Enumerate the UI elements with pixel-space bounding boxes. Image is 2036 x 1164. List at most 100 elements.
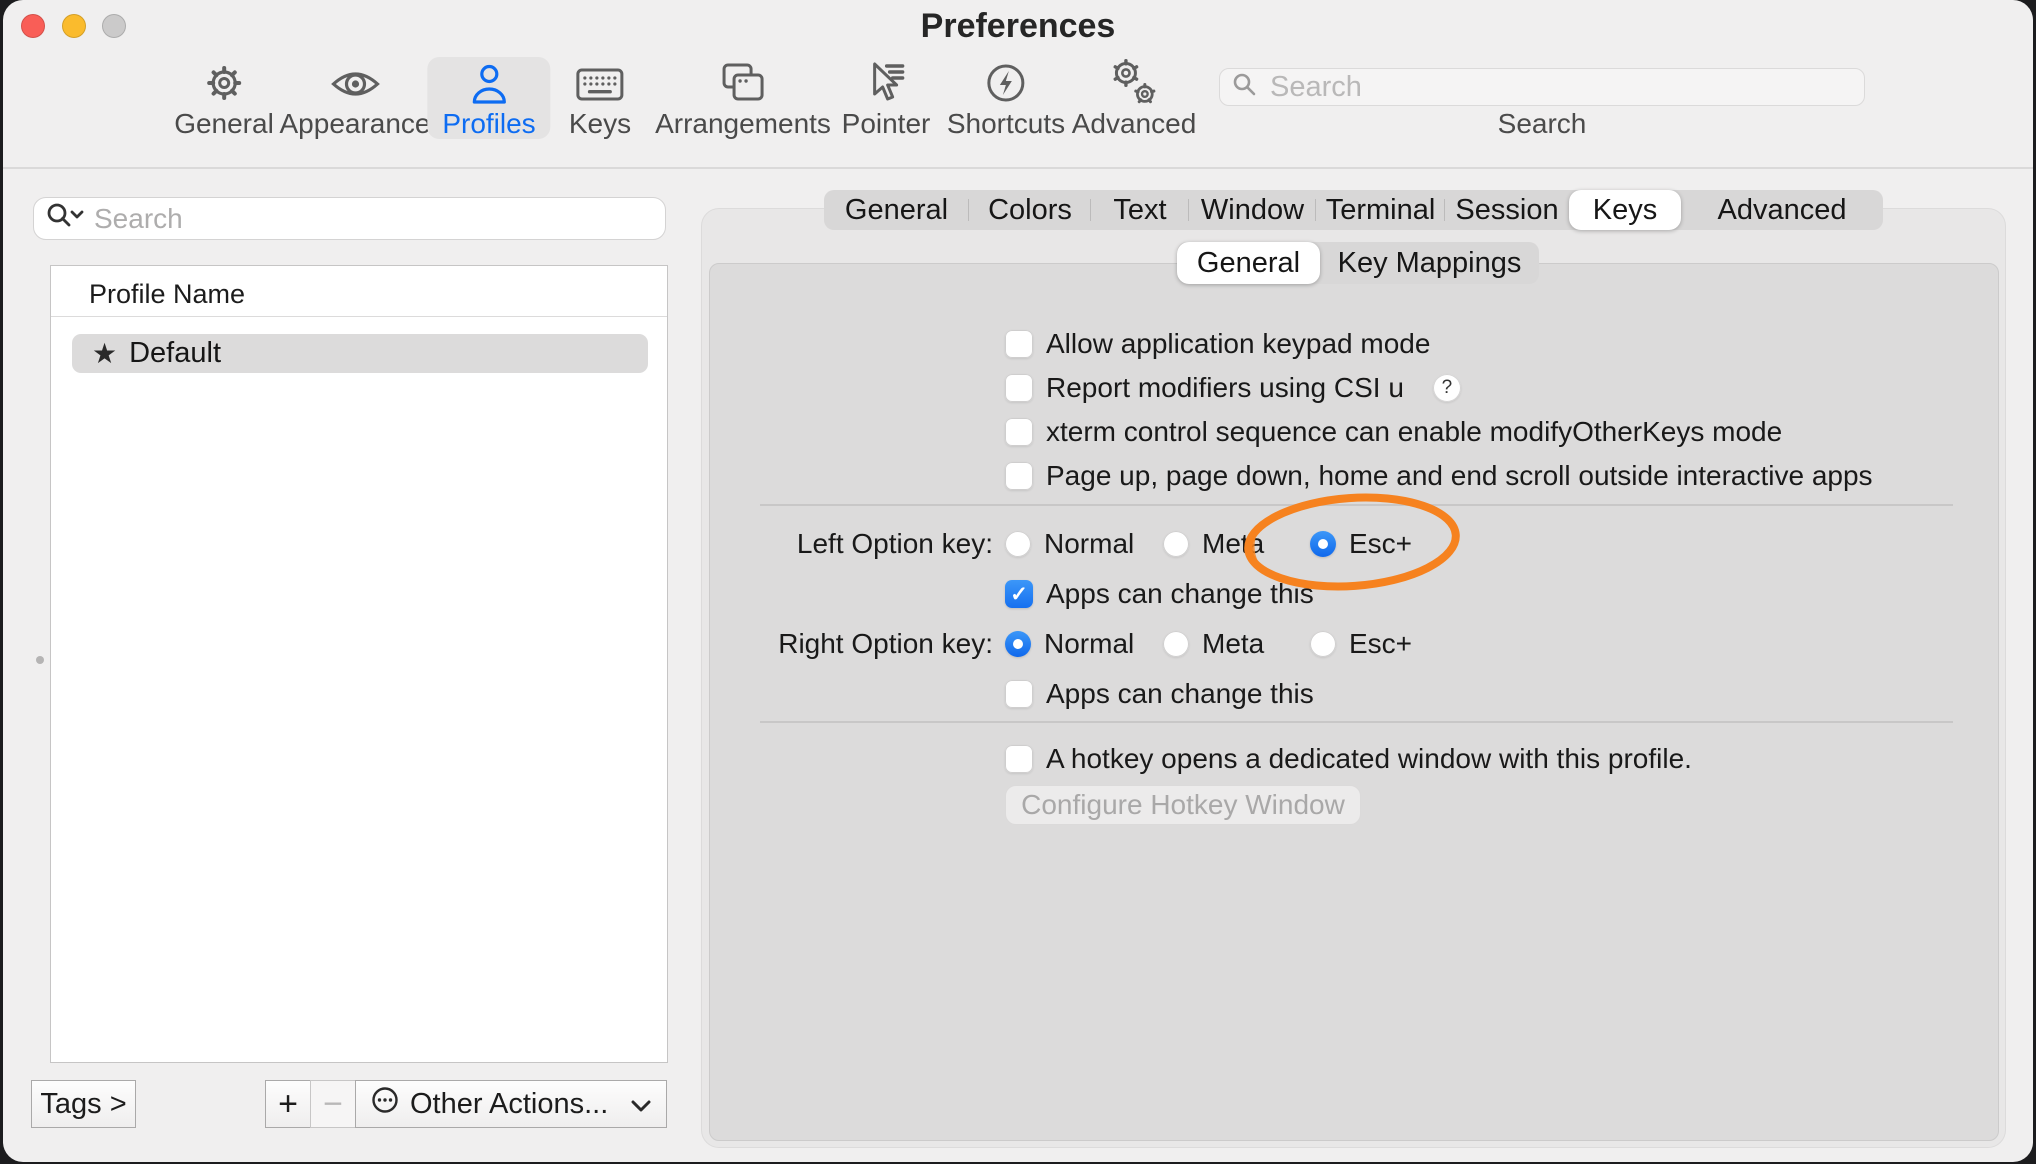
toolbar-item-profiles[interactable]: Profiles xyxy=(427,57,550,139)
toolbar-item-label: Appearance xyxy=(279,109,430,139)
checkbox-label: xterm control sequence can enable modify… xyxy=(1046,417,1782,447)
checkbox-modify-other-keys[interactable] xyxy=(1005,418,1033,446)
subtab-key-mappings[interactable]: Key Mappings xyxy=(1320,242,1539,284)
profile-list-header: Profile Name xyxy=(89,279,245,310)
radio-icon-selected[interactable] xyxy=(1005,631,1031,657)
profile-list-header-divider xyxy=(51,316,667,317)
window-edge-dot xyxy=(36,656,44,664)
radio-icon[interactable] xyxy=(1163,531,1189,557)
radio-right-meta[interactable]: Meta xyxy=(1163,629,1264,659)
tab-keys[interactable]: Keys xyxy=(1569,190,1681,230)
tags-button[interactable]: Tags > xyxy=(31,1080,136,1128)
checkbox-label: A hotkey opens a dedicated window with t… xyxy=(1046,744,1692,774)
section-divider xyxy=(760,721,1953,723)
subtab-general[interactable]: General xyxy=(1177,242,1320,284)
radio-label: Normal xyxy=(1044,629,1134,659)
checkbox-label: Page up, page down, home and end scroll … xyxy=(1046,461,1873,491)
toolbar-item-arrangements[interactable]: Arrangements xyxy=(640,57,846,139)
search-filter-icon xyxy=(46,202,84,235)
search-icon xyxy=(1232,72,1258,103)
checkbox-left-apps-can-change[interactable] xyxy=(1005,580,1033,608)
profile-name: Default xyxy=(129,337,221,370)
checkbox-csi-u[interactable] xyxy=(1005,374,1033,402)
toolbar-item-label: Arrangements xyxy=(655,109,831,139)
radio-label: Esc+ xyxy=(1349,529,1412,559)
toolbar-item-label: Profiles xyxy=(442,109,535,139)
tab-general[interactable]: General xyxy=(824,190,969,230)
toolbar-search-field[interactable] xyxy=(1219,68,1865,106)
radio-left-esc[interactable]: Esc+ xyxy=(1310,529,1412,559)
radio-icon[interactable] xyxy=(1163,631,1189,657)
toolbar-item-label: Pointer xyxy=(842,109,931,139)
preferences-window: Preferences xyxy=(3,0,2033,1162)
add-profile-button[interactable]: + xyxy=(265,1080,311,1128)
toolbar-divider xyxy=(3,167,2033,169)
radio-label: Esc+ xyxy=(1349,629,1412,659)
checkbox-label: Allow application keypad mode xyxy=(1046,329,1430,359)
remove-profile-button: − xyxy=(310,1080,356,1128)
lightning-icon xyxy=(983,58,1029,106)
toolbar-search-input[interactable] xyxy=(1268,70,1852,105)
toolbar-item-label: Keys xyxy=(569,109,631,139)
profile-row-default[interactable]: ★ Default xyxy=(72,334,648,373)
checkbox-label: Apps can change this xyxy=(1046,679,1314,709)
radio-icon[interactable] xyxy=(1310,631,1336,657)
checkbox-row: xterm control sequence can enable modify… xyxy=(1005,417,1782,447)
other-actions-dropdown[interactable]: Other Actions... xyxy=(355,1080,667,1128)
radio-right-esc[interactable]: Esc+ xyxy=(1310,629,1412,659)
radio-icon-selected[interactable] xyxy=(1310,531,1336,557)
toolbar-item-keys[interactable]: Keys xyxy=(554,57,646,139)
toolbar-item-advanced[interactable]: Advanced xyxy=(1057,57,1212,139)
toolbar-item-appearance[interactable]: Appearance xyxy=(264,57,445,139)
radio-label: Meta xyxy=(1202,529,1264,559)
window-title: Preferences xyxy=(3,7,2033,46)
toolbar-item-label: General xyxy=(174,109,274,139)
checkbox-row: Allow application keypad mode xyxy=(1005,329,1430,359)
other-actions-label: Other Actions... xyxy=(410,1088,620,1121)
tab-terminal[interactable]: Terminal xyxy=(1316,190,1445,230)
profile-search-field[interactable] xyxy=(33,197,666,240)
right-option-key-label: Right Option key: xyxy=(693,629,993,659)
radio-left-normal[interactable]: Normal xyxy=(1005,529,1134,559)
tab-colors[interactable]: Colors xyxy=(969,190,1091,230)
tab-session[interactable]: Session xyxy=(1445,190,1569,230)
checkbox-hotkey-window[interactable] xyxy=(1005,745,1033,773)
checkbox-row: Apps can change this xyxy=(1005,679,1314,709)
eye-icon xyxy=(329,58,381,106)
checkbox-right-apps-can-change[interactable] xyxy=(1005,680,1033,708)
star-icon: ★ xyxy=(92,334,117,373)
profile-tabs: General Colors Text Window Terminal Sess… xyxy=(824,190,1883,230)
gear-icon xyxy=(201,58,247,106)
cursor-icon xyxy=(863,58,909,106)
screenshot: Preferences xyxy=(0,0,2036,1164)
toolbar-item-label: Advanced xyxy=(1072,109,1197,139)
section-divider xyxy=(760,504,1953,506)
configure-hotkey-window-button: Configure Hotkey Window xyxy=(1005,785,1361,825)
tab-window[interactable]: Window xyxy=(1189,190,1316,230)
toolbar-search-caption: Search xyxy=(1219,108,1865,140)
tab-text[interactable]: Text xyxy=(1091,190,1189,230)
toolbar-item-pointer[interactable]: Pointer xyxy=(827,57,946,139)
radio-icon[interactable] xyxy=(1005,531,1031,557)
radio-label: Normal xyxy=(1044,529,1134,559)
left-option-key-label: Left Option key: xyxy=(693,529,993,559)
toolbar-item-label: Shortcuts xyxy=(947,109,1065,139)
tab-advanced[interactable]: Advanced xyxy=(1681,190,1883,230)
help-button[interactable]: ? xyxy=(1433,374,1461,402)
checkbox-label: Report modifiers using CSI u xyxy=(1046,373,1404,403)
keys-subtabs: General Key Mappings xyxy=(1177,242,1539,284)
profile-list: Profile Name ★ Default xyxy=(50,265,668,1063)
radio-right-normal[interactable]: Normal xyxy=(1005,629,1134,659)
checkbox-row: A hotkey opens a dedicated window with t… xyxy=(1005,744,1692,774)
radio-left-meta[interactable]: Meta xyxy=(1163,529,1264,559)
ellipsis-circle-icon xyxy=(370,1085,400,1123)
keyboard-icon xyxy=(574,58,626,106)
chevron-down-icon xyxy=(630,1088,652,1121)
checkbox-keypad-mode[interactable] xyxy=(1005,330,1033,358)
checkbox-row: Apps can change this xyxy=(1005,579,1314,609)
radio-label: Meta xyxy=(1202,629,1264,659)
profile-search-input[interactable] xyxy=(92,202,653,236)
checkbox-row: Page up, page down, home and end scroll … xyxy=(1005,461,1873,491)
person-icon xyxy=(466,58,512,106)
checkbox-page-scroll[interactable] xyxy=(1005,462,1033,490)
